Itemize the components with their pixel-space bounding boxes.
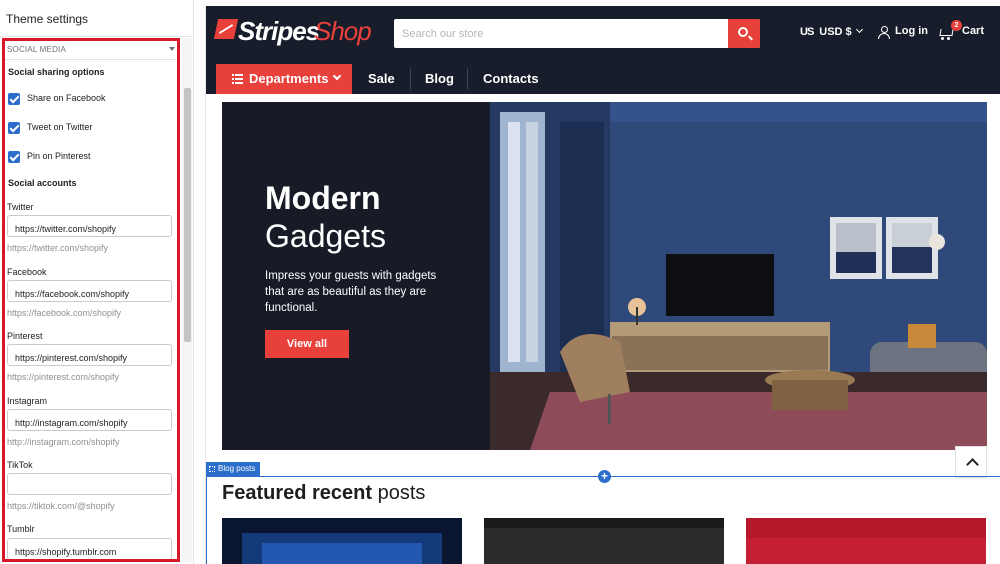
- blog-heading-rest: posts: [372, 482, 426, 504]
- twitter-hint: https://twitter.com/shopify: [7, 243, 109, 253]
- us-flag-icon: US: [800, 26, 814, 38]
- logo-text-shop: Shop: [314, 16, 372, 46]
- hero-title-line2: Gadgets: [265, 218, 386, 254]
- checkbox-label: Share on Facebook: [27, 93, 106, 103]
- caret-down-icon: [169, 47, 175, 51]
- tiktok-label: TikTok: [7, 460, 33, 470]
- blog-heading-bold: Featured recent: [222, 482, 373, 504]
- departments-label: Departments: [249, 71, 329, 86]
- facebook-label: Facebook: [7, 267, 47, 277]
- nav-separator: [467, 68, 468, 90]
- nav-link-blog[interactable]: Blog: [425, 71, 454, 86]
- list-icon: [232, 74, 243, 84]
- pinterest-label: Pinterest: [7, 331, 43, 341]
- departments-button[interactable]: Departments: [216, 64, 352, 94]
- sharing-options-heading: Social sharing options: [8, 67, 105, 77]
- view-all-button[interactable]: View all: [265, 330, 349, 358]
- login-label: Log in: [895, 25, 928, 37]
- blog-post-thumbnail[interactable]: [222, 518, 462, 564]
- drag-handle-icon: [209, 466, 215, 472]
- blog-heading: Featured recent posts: [222, 482, 425, 505]
- hero-title-line1: Modern: [265, 180, 381, 216]
- hero-living-room-image: [490, 102, 987, 450]
- currency-label: USD $: [819, 26, 852, 38]
- logo-mark-icon: [213, 19, 239, 39]
- tumblr-field[interactable]: [7, 538, 172, 559]
- section-tag-label: Blog posts: [218, 464, 256, 473]
- currency-selector[interactable]: US USD $: [800, 25, 863, 42]
- search-input[interactable]: [394, 19, 728, 48]
- divider: [0, 36, 193, 37]
- social-accounts-heading: Social accounts: [8, 178, 77, 188]
- cart-icon: [938, 27, 953, 40]
- twitter-label: Twitter: [7, 202, 34, 212]
- twitter-field[interactable]: [7, 215, 172, 237]
- blog-posts-section-tag[interactable]: Blog posts: [206, 462, 261, 476]
- preview-frame: Stripes Shop US USD $ Log in 2 Cart: [205, 6, 1000, 564]
- pinterest-hint: https://pinterest.com/shopify: [7, 372, 120, 382]
- logo-text-stripes: Stripes: [238, 16, 320, 46]
- facebook-field[interactable]: [7, 280, 172, 302]
- tiktok-hint: https://tiktok.com/@shopify: [7, 501, 115, 511]
- chevron-down-icon: [332, 71, 342, 81]
- tumblr-label: Tumblr: [7, 524, 35, 534]
- facebook-hint: https://facebook.com/shopify: [7, 308, 122, 318]
- panel-title: Theme settings: [6, 12, 89, 26]
- search-button[interactable]: [728, 19, 760, 48]
- scroll-to-top-button[interactable]: [955, 446, 987, 478]
- checkbox-checked-icon[interactable]: [8, 151, 20, 163]
- instagram-field[interactable]: [7, 409, 172, 431]
- hero-banner: Modern Gadgets Impress your guests with …: [222, 102, 987, 450]
- checkbox-label: Pin on Pinterest: [27, 151, 91, 161]
- instagram-label: Instagram: [7, 396, 48, 406]
- hero-description: Impress your guests with gadgets that ar…: [265, 270, 437, 314]
- tiktok-field[interactable]: [7, 473, 172, 495]
- hero-content: Modern Gadgets Impress your guests with …: [222, 102, 492, 450]
- search-icon: [738, 27, 748, 37]
- cart-count-badge: 2: [951, 20, 962, 31]
- panel-scrollbar-thumb[interactable]: [184, 88, 191, 342]
- checkbox-label: Tweet on Twitter: [27, 122, 93, 132]
- cart-label: Cart: [962, 25, 985, 37]
- main-navigation: Departments Sale Blog Contacts: [206, 64, 1000, 94]
- storefront-preview: Stripes Shop US USD $ Log in 2 Cart: [205, 6, 1000, 564]
- blog-post-thumbnail[interactable]: [746, 518, 986, 564]
- social-media-settings: SOCIAL MEDIA Social sharing options Shar…: [2, 38, 180, 562]
- search-bar: [394, 19, 760, 48]
- nav-link-sale[interactable]: Sale: [368, 71, 395, 86]
- checkbox-checked-icon[interactable]: [8, 122, 20, 134]
- section-header-social-media[interactable]: SOCIAL MEDIA: [7, 45, 175, 59]
- store-header: Stripes Shop US USD $ Log in 2 Cart: [206, 6, 1000, 94]
- nav-link-contacts[interactable]: Contacts: [483, 71, 539, 86]
- chevron-down-icon: [855, 25, 863, 34]
- nav-separator: [410, 68, 411, 90]
- user-icon: [878, 26, 890, 39]
- instagram-hint: http://instagram.com/shopify: [7, 437, 120, 447]
- theme-settings-panel: Theme settings SOCIAL MEDIA Social shari…: [0, 0, 194, 564]
- divider: [5, 59, 177, 60]
- pinterest-field[interactable]: [7, 344, 172, 366]
- blog-post-thumbnail[interactable]: [484, 518, 724, 564]
- checkbox-checked-icon[interactable]: [8, 93, 20, 105]
- section-title: SOCIAL MEDIA: [7, 45, 67, 54]
- add-section-button[interactable]: +: [598, 470, 611, 483]
